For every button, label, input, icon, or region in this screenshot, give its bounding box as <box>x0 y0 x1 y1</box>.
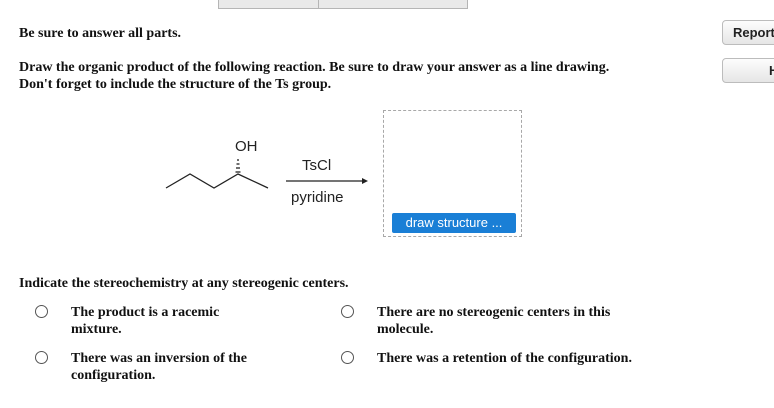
solvent-label: pyridine <box>291 189 344 206</box>
option-label: The product is a racemic mixture. <box>71 305 220 337</box>
stereochemistry-question: Indicate the stereochemistry at any ster… <box>19 276 349 291</box>
option-label: There are no stereogenic centers in this… <box>377 305 611 337</box>
top-tab-left[interactable] <box>218 0 319 9</box>
reaction-arrow-head <box>362 178 368 184</box>
carbon-chain <box>165 173 269 189</box>
top-tab-right[interactable] <box>319 0 468 9</box>
question-line-1: Draw the organic product of the followin… <box>19 60 610 75</box>
report-button[interactable]: Report <box>722 20 774 45</box>
option-label: There was an inversion of the configurat… <box>71 351 247 383</box>
hashed-wedge-bond <box>235 159 241 173</box>
instructions-text: Be sure to answer all parts. <box>19 26 182 41</box>
side-button[interactable]: H <box>722 58 774 83</box>
radio-button[interactable] <box>35 351 48 364</box>
draw-structure-button[interactable]: draw structure ... <box>392 213 516 233</box>
reactant-structure <box>165 159 368 189</box>
option-label: There was a retention of the configurati… <box>377 351 632 366</box>
top-tab-strip <box>218 0 468 10</box>
hydroxyl-label: OH <box>235 138 258 155</box>
radio-button[interactable] <box>341 305 354 318</box>
question-line-2: Don't forget to include the structure of… <box>19 77 332 92</box>
question-text: Draw the organic product of the followin… <box>19 59 679 93</box>
radio-button[interactable] <box>35 305 48 318</box>
reagent-label: TsCl <box>302 157 332 174</box>
radio-button[interactable] <box>341 351 354 364</box>
